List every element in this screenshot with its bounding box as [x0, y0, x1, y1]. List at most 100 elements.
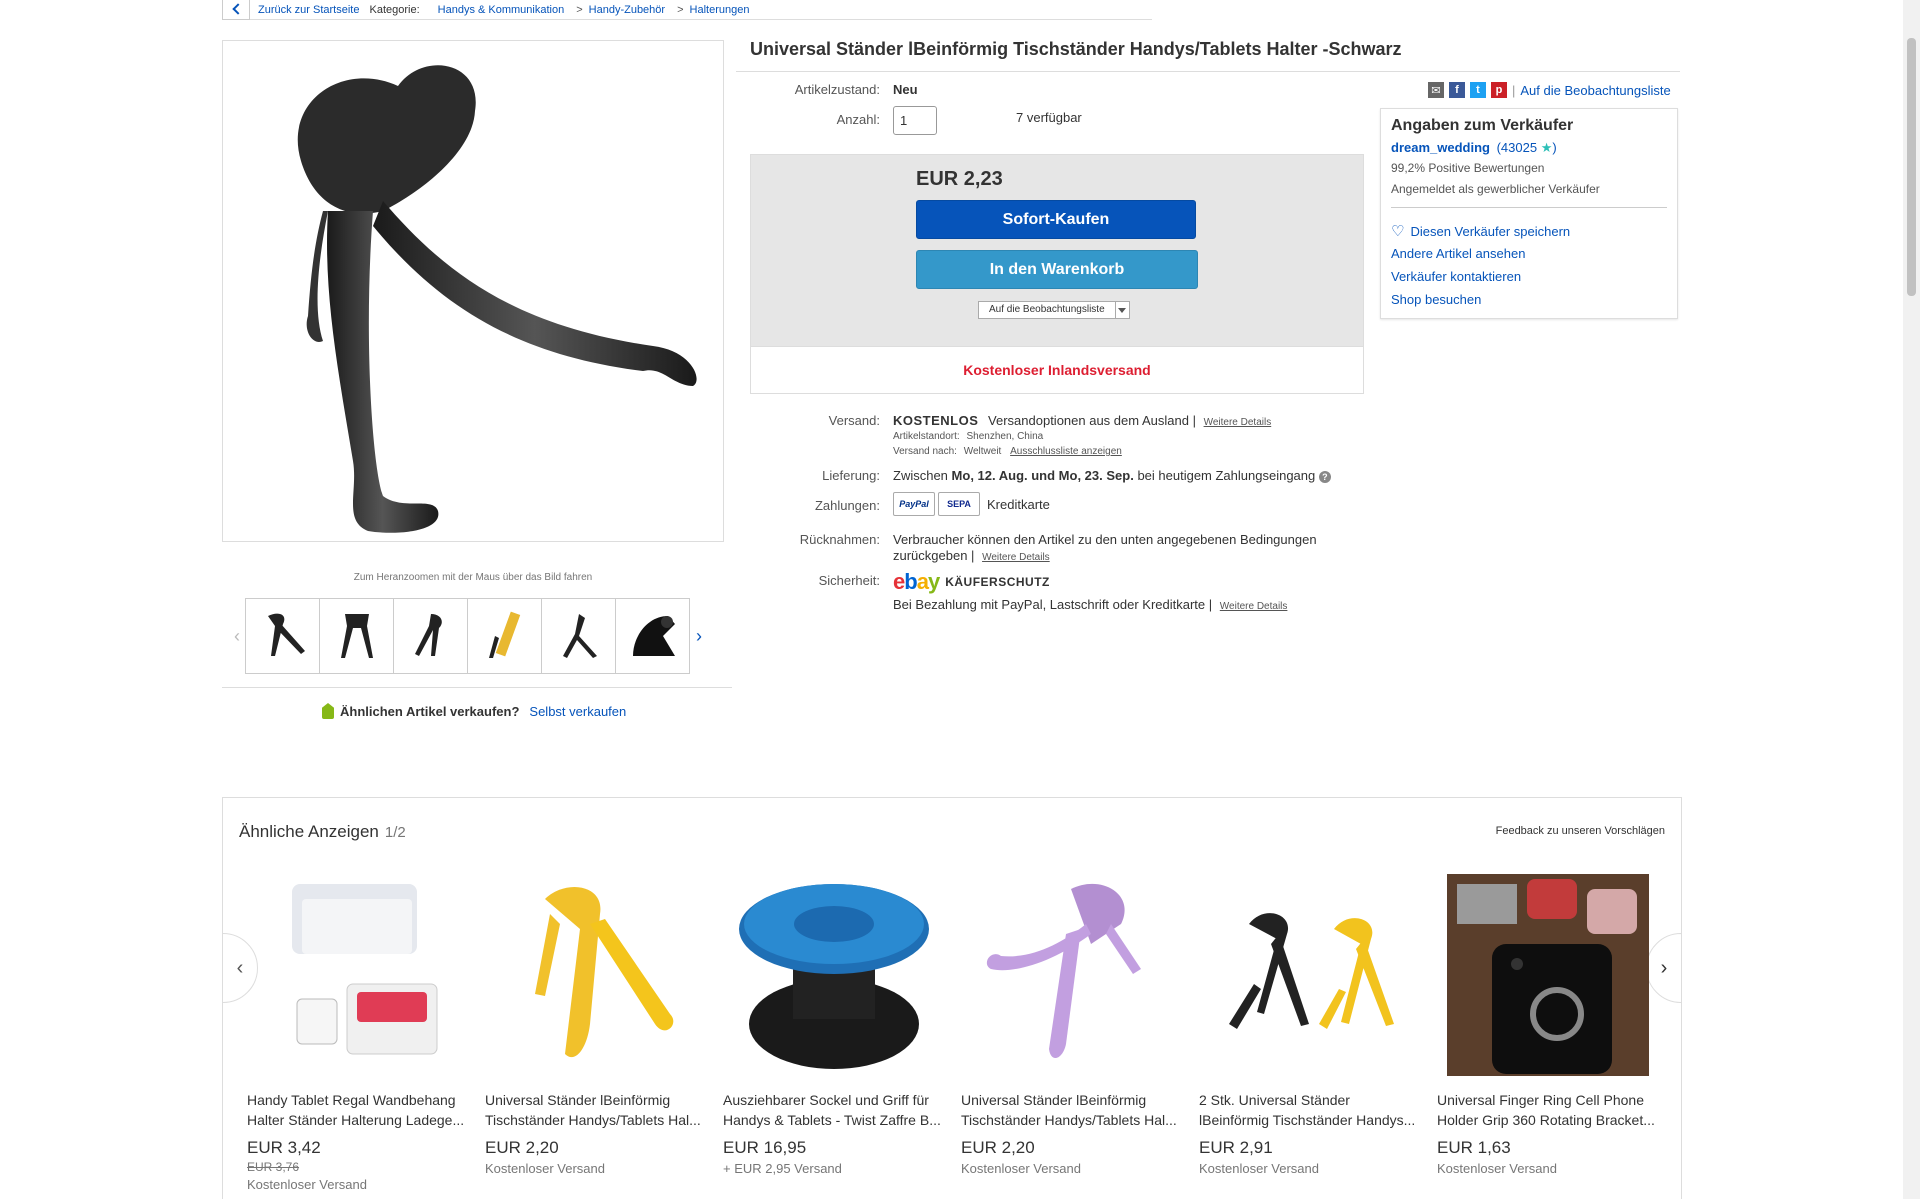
- similar-card-title[interactable]: Universal Ständer lBeinförmig Tischständ…: [485, 1090, 707, 1130]
- similar-card-title[interactable]: Ausziehbarer Sockel und Griff für Handys…: [723, 1090, 945, 1130]
- seller-rating-count[interactable]: (43025: [1497, 140, 1537, 155]
- seller-registered-as: Angemeldet als gewerblicher Verkäufer: [1391, 182, 1600, 196]
- similar-title-row: Ähnliche Anzeigen 1/2: [239, 822, 406, 842]
- breadcrumb-item-halterungen[interactable]: Halterungen: [690, 4, 750, 16]
- condition-value: Neu: [893, 82, 918, 97]
- breadcrumb-separator: >: [677, 3, 684, 16]
- help-icon[interactable]: ?: [1318, 470, 1331, 483]
- thumbnail-2[interactable]: [319, 598, 394, 674]
- returns-line-2: zurückgeben |: [893, 548, 975, 563]
- delivery-row: Zwischen Mo, 12. Aug. und Mo, 23. Sep. b…: [893, 468, 1331, 483]
- divider: [222, 687, 732, 688]
- price-tag-icon: [322, 703, 334, 719]
- similar-card-title[interactable]: Handy Tablet Regal Wandbehang Halter Stä…: [247, 1090, 469, 1130]
- similar-card-3[interactable]: Ausziehbarer Sockel und Griff für Handys…: [723, 874, 945, 1176]
- similar-card-shipping: Kostenloser Versand: [1199, 1161, 1319, 1176]
- similar-card-title[interactable]: Universal Finger Ring Cell Phone Holder …: [1437, 1090, 1659, 1130]
- similar-card-price: EUR 2,20: [961, 1138, 1035, 1157]
- similar-card-image[interactable]: [257, 874, 459, 1076]
- save-seller-link[interactable]: Diesen Verkäufer speichern: [1410, 224, 1570, 239]
- ship-to-value: Weltweit: [963, 446, 1002, 457]
- breadcrumb: Zurück zur Startseite Kategorie: Handys …: [222, 0, 1152, 20]
- similar-card-1[interactable]: Handy Tablet Regal Wandbehang Halter Stä…: [247, 874, 469, 1192]
- thumbnail-5[interactable]: [541, 598, 616, 674]
- similar-card-6[interactable]: Universal Finger Ring Cell Phone Holder …: [1437, 874, 1659, 1176]
- returns-line-2-row: zurückgeben | Weitere Details: [893, 548, 1317, 566]
- returns-line-1: Verbraucher können den Artikel zu den un…: [893, 532, 1317, 547]
- sepa-logo: SEPA: [938, 492, 980, 516]
- twitter-icon[interactable]: t: [1470, 82, 1486, 98]
- item-location-row: Artikelstandort: Shenzhen, China: [893, 431, 1043, 442]
- ebay-logo: ebay: [893, 569, 940, 594]
- similar-card-title[interactable]: 2 Stk. Universal Ständer lBeinförmig Tis…: [1199, 1090, 1421, 1130]
- scrollbar-thumb[interactable]: [1907, 38, 1916, 296]
- returns-details-link[interactable]: Weitere Details: [982, 552, 1050, 563]
- save-seller-row[interactable]: ♡ Diesen Verkäufer speichern: [1391, 222, 1570, 240]
- shipping-options-text: Versandoptionen aus dem Ausland |: [988, 413, 1196, 428]
- main-product-image[interactable]: [222, 40, 724, 542]
- delivery-post: bei heutigem Zahlungseingang: [1137, 468, 1316, 483]
- location-label: Artikelstandort:: [893, 431, 960, 442]
- payment-row: PayPal SEPA Kreditkarte: [893, 492, 1050, 516]
- exclusion-list-link[interactable]: Ausschlussliste anzeigen: [1010, 446, 1122, 457]
- add-to-cart-button[interactable]: In den Warenkorb: [916, 250, 1198, 289]
- watchlist-label: Auf die Beobachtungsliste: [989, 304, 1105, 315]
- breadcrumb-item-handys[interactable]: Handys & Kommunikation: [438, 4, 565, 16]
- thumbnail-6[interactable]: [615, 598, 690, 674]
- heart-icon: ♡: [1391, 223, 1405, 240]
- similar-card-image[interactable]: [733, 874, 935, 1076]
- category-label: Kategorie:: [369, 3, 420, 16]
- sell-yourself-link[interactable]: Selbst verkaufen: [529, 704, 626, 719]
- visit-shop-link[interactable]: Shop besuchen: [1391, 292, 1481, 307]
- breadcrumb-item-zubehoer[interactable]: Handy-Zubehör: [589, 4, 665, 16]
- available-count: 7 verfügbar: [1016, 110, 1082, 125]
- share-row: ✉ f t p | Auf die Beobachtungsliste: [1428, 82, 1671, 98]
- similar-card-price: EUR 16,95: [723, 1138, 807, 1157]
- similar-page: 1/2: [384, 824, 406, 841]
- shipping-details-link[interactable]: Weitere Details: [1204, 417, 1272, 428]
- ship-to-row: Versand nach: Weltweit Ausschlussliste a…: [893, 446, 1122, 457]
- email-icon[interactable]: ✉: [1428, 82, 1444, 98]
- similar-card-image[interactable]: [1447, 874, 1649, 1076]
- delivery-dates: Mo, 12. Aug. und Mo, 23. Sep.: [951, 468, 1134, 483]
- back-to-home-link[interactable]: Zurück zur Startseite: [258, 4, 359, 16]
- chevron-down-icon[interactable]: [1114, 302, 1129, 318]
- similar-card-price: EUR 3,42: [247, 1138, 321, 1157]
- page-scrollbar[interactable]: [1903, 0, 1920, 1199]
- thumbs-next-icon[interactable]: ›: [690, 598, 708, 674]
- similar-card-image[interactable]: [971, 874, 1173, 1076]
- returns-text: Verbraucher können den Artikel zu den un…: [893, 532, 1317, 566]
- facebook-icon[interactable]: f: [1449, 82, 1465, 98]
- contact-seller-link[interactable]: Verkäufer kontaktieren: [1391, 269, 1521, 284]
- thumbnail-3[interactable]: [393, 598, 468, 674]
- similar-card-image[interactable]: [1209, 874, 1411, 1076]
- similar-card-shipping: Kostenloser Versand: [961, 1161, 1081, 1176]
- similar-card-image[interactable]: [495, 874, 697, 1076]
- other-items-link[interactable]: Andere Artikel ansehen: [1391, 246, 1525, 261]
- similar-card-2[interactable]: Universal Ständer lBeinförmig Tischständ…: [485, 874, 707, 1176]
- divider: [1391, 207, 1667, 208]
- delivery-pre: Zwischen: [893, 468, 948, 483]
- thumbnail-4[interactable]: [467, 598, 542, 674]
- seller-rating-close: ): [1552, 140, 1557, 155]
- feedback-link[interactable]: Feedback zu unseren Vorschlägen: [1496, 825, 1665, 837]
- similar-title: Ähnliche Anzeigen: [239, 822, 379, 841]
- seller-name-link[interactable]: dream_wedding: [1391, 140, 1490, 155]
- item-title: Universal Ständer lBeinförmig Tischständ…: [750, 39, 1402, 59]
- pinterest-icon[interactable]: p: [1491, 82, 1507, 98]
- buy-now-button[interactable]: Sofort-Kaufen: [916, 200, 1196, 239]
- watchlist-link[interactable]: Auf die Beobachtungsliste: [1520, 83, 1670, 98]
- add-to-watchlist-button[interactable]: Auf die Beobachtungsliste: [978, 301, 1130, 319]
- seller-info-box: Angaben zum Verkäufer dream_wedding (430…: [1380, 108, 1678, 319]
- similar-card-4[interactable]: Universal Ständer lBeinförmig Tischständ…: [961, 874, 1183, 1176]
- condition-label: Artikelzustand:: [794, 82, 880, 97]
- free-shipping-banner: Kostenloser Inlandsversand: [751, 346, 1363, 393]
- similar-card-title[interactable]: Universal Ständer lBeinförmig Tischständ…: [961, 1090, 1183, 1130]
- quantity-input[interactable]: 1: [893, 106, 937, 135]
- similar-card-5[interactable]: 2 Stk. Universal Ständer lBeinförmig Tis…: [1199, 874, 1421, 1176]
- thumbnail-1[interactable]: [245, 598, 320, 674]
- thumbs-prev-icon[interactable]: ‹: [228, 598, 246, 674]
- similar-card-shipping: Kostenloser Versand: [485, 1161, 605, 1176]
- security-details-link[interactable]: Weitere Details: [1220, 601, 1288, 612]
- back-arrow-icon[interactable]: [222, 0, 250, 20]
